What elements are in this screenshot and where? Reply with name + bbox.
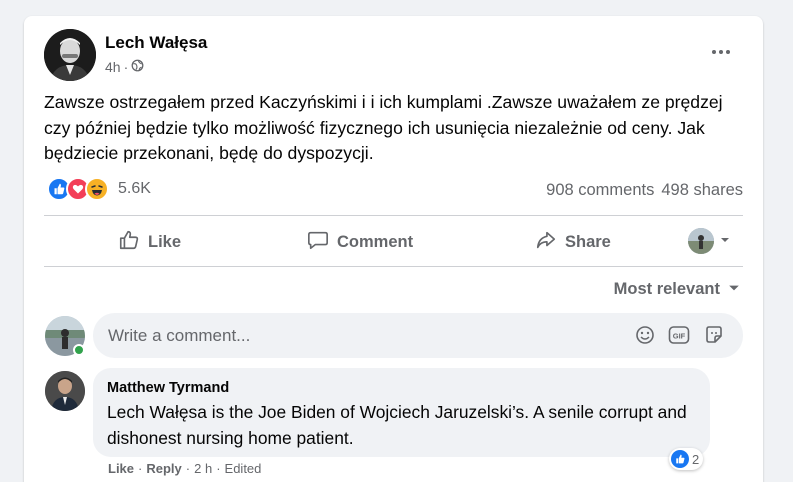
comment-input[interactable] <box>108 313 608 358</box>
sticker-icon[interactable] <box>703 324 725 346</box>
like-button[interactable]: Like <box>118 228 181 256</box>
gif-icon[interactable]: GIF <box>668 324 690 346</box>
comment-reaction-count: 2 <box>692 451 700 467</box>
comment-icon <box>307 229 329 256</box>
ellipsis-icon[interactable] <box>709 42 733 62</box>
post-card: Lech Wałęsa 4h · Zawsze ostrzegałem prze… <box>24 16 763 482</box>
post-stats: 908 comments 498 shares <box>546 181 743 200</box>
meta-separator: · <box>185 461 191 476</box>
profile-avatar <box>688 228 714 254</box>
comment-like-link[interactable]: Like <box>108 461 134 476</box>
comment-time[interactable]: 2 h <box>194 461 212 476</box>
reaction-count[interactable]: 5.6K <box>118 180 151 198</box>
share-icon <box>535 229 557 256</box>
like-label: Like <box>148 232 182 251</box>
comment-label: Comment <box>337 232 414 251</box>
chevron-down-icon <box>720 232 730 250</box>
svg-text:GIF: GIF <box>673 332 686 341</box>
post-author-name[interactable]: Lech Wałęsa <box>105 33 207 53</box>
comment-reply-link[interactable]: Reply <box>146 461 181 476</box>
chevron-down-icon <box>728 280 740 299</box>
audience-selector[interactable] <box>688 228 730 254</box>
comment-text: Lech Wałęsa is the Joe Biden of Wojciech… <box>107 402 687 448</box>
sort-label: Most relevant <box>613 280 720 298</box>
comment-button[interactable]: Comment <box>307 228 413 256</box>
comments-count[interactable]: 908 comments <box>546 181 654 200</box>
meta-separator: · <box>216 461 221 476</box>
post-text: Zawsze ostrzegałem przed Kaczyńskimi i i… <box>44 92 723 163</box>
reaction-summary[interactable]: 5.6K <box>47 177 151 201</box>
divider <box>44 215 743 216</box>
sort-comments-dropdown[interactable]: Most relevant <box>614 280 740 299</box>
comment-edited-label[interactable]: Edited <box>225 461 262 476</box>
online-status-dot <box>73 344 85 356</box>
globe-icon[interactable] <box>131 59 144 75</box>
comment-actions: Like · Reply · 2 h · Edited <box>108 461 261 476</box>
haha-reaction-icon <box>85 177 109 201</box>
emoji-icon[interactable] <box>634 324 656 346</box>
thumbs-up-icon <box>118 229 140 256</box>
share-label: Share <box>565 232 611 251</box>
divider <box>44 266 743 267</box>
comment-reactions[interactable]: 2 <box>669 448 704 470</box>
like-reaction-icon <box>671 450 689 468</box>
post-meta: 4h · <box>105 59 144 75</box>
meta-separator: · <box>138 461 143 476</box>
share-button[interactable]: Share <box>535 228 611 256</box>
author-avatar[interactable] <box>44 29 96 81</box>
post-time[interactable]: 4h <box>105 59 121 75</box>
comment-author-name[interactable]: Matthew Tyrmand <box>107 380 229 396</box>
meta-separator: · <box>123 59 129 75</box>
comment-composer[interactable]: GIF <box>93 313 743 358</box>
commenter-avatar[interactable] <box>45 371 85 411</box>
shares-count[interactable]: 498 shares <box>661 181 743 200</box>
comment-bubble: Matthew Tyrmand Lech Wałęsa is the Joe B… <box>93 368 710 457</box>
